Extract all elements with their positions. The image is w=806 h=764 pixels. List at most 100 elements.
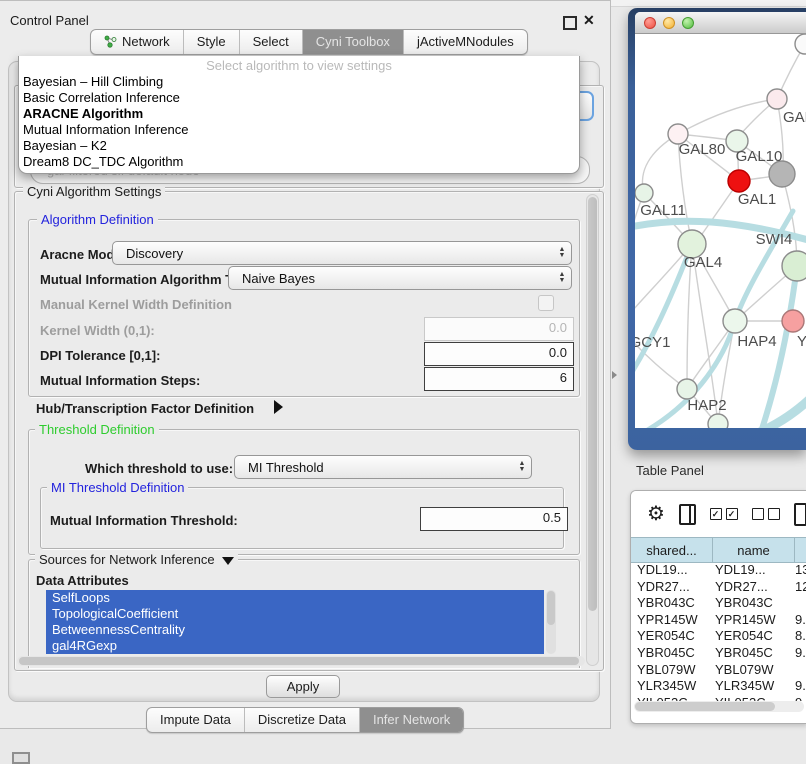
dpi-tolerance-label: DPI Tolerance [0,1]: — [40, 348, 160, 363]
cell: YLR345W — [715, 678, 795, 695]
attribute-item[interactable]: gal4RGexp — [46, 638, 544, 654]
apply-button[interactable]: Apply — [266, 675, 340, 698]
close-traffic-light[interactable] — [644, 17, 656, 29]
cell: YBR045C — [715, 645, 795, 662]
aracne-mode-combo[interactable]: Discovery ▲▼ — [112, 241, 572, 265]
dropdown-item[interactable]: Dream8 DC_TDC Algorithm — [19, 154, 579, 170]
which-threshold-label: Which threshold to use: — [85, 461, 233, 476]
float-window-icon[interactable] — [563, 16, 577, 30]
table-body: YDL19...YDL19...13 YDR27...YDR27...12 YB… — [631, 562, 806, 701]
table-toolbar: ⚙ ✓✓ — [631, 491, 806, 537]
select-all-checkboxes-icon[interactable]: ✓✓ — [710, 508, 738, 520]
tab-discretize-data[interactable]: Discretize Data — [244, 708, 359, 732]
attribute-item[interactable]: BetweennessCentrality — [46, 622, 544, 638]
cell: YER054C — [715, 628, 795, 645]
cell: YBR043C — [631, 595, 715, 612]
tab-jactivemnodules[interactable]: jActiveMNodules — [403, 30, 527, 54]
table-row[interactable]: YPR145WYPR145W9. — [631, 612, 806, 629]
deselect-all-checkboxes-icon[interactable] — [752, 508, 780, 520]
data-attributes-list[interactable]: SelfLoops TopologicalCoefficient Between… — [46, 590, 544, 654]
which-threshold-value: MI Threshold — [235, 460, 513, 475]
settings-vertical-scrollbar-thumb[interactable] — [588, 197, 597, 611]
bottom-tabbar: Impute Data Discretize Data Infer Networ… — [146, 707, 464, 733]
kernel-width-field[interactable]: 0.0 — [424, 317, 574, 341]
table-row[interactable]: YDR27...YDR27...12 — [631, 579, 806, 596]
table-row[interactable]: YLR345WYLR345W9. — [631, 678, 806, 695]
node-label: SWI4 — [756, 231, 793, 248]
network-view-window[interactable]: GAL GAL80 GAL10 GAL1 GAL11 SWI4 GAL4 GCY… — [628, 8, 806, 450]
network-node-salmon[interactable] — [782, 310, 804, 332]
network-node-hap4[interactable] — [723, 309, 747, 333]
control-panel-window: Control Panel ✕ Network Style Select C — [0, 0, 611, 729]
network-node-gal11[interactable] — [635, 184, 653, 202]
cell — [795, 662, 806, 679]
table-row[interactable]: YBR043CYBR043C — [631, 595, 806, 612]
gear-icon[interactable]: ⚙ — [647, 504, 665, 524]
tab-cyni-toolbox[interactable]: Cyni Toolbox — [302, 30, 403, 54]
attributes-scrollbar-thumb[interactable] — [547, 591, 555, 625]
table-row[interactable]: YER054CYER054C8. — [631, 628, 806, 645]
columns-icon[interactable] — [679, 504, 696, 525]
tab-impute-data[interactable]: Impute Data — [147, 708, 244, 732]
combo-stepper-icon: ▲▼ — [553, 272, 571, 284]
column-header-name[interactable]: name — [713, 538, 795, 562]
dropdown-item[interactable]: Bayesian – Hill Climbing — [19, 74, 579, 90]
network-window-titlebar[interactable] — [635, 12, 806, 34]
dropdown-item[interactable]: Mutual Information Inference — [19, 122, 579, 138]
mi-type-combo[interactable]: Naive Bayes ▲▼ — [228, 266, 572, 290]
minimized-panel-icon[interactable] — [12, 752, 30, 764]
node-label: HAP2 — [687, 397, 726, 414]
column-header-a[interactable]: A — [795, 538, 806, 562]
table-horizontal-scrollbar-thumb[interactable] — [635, 702, 775, 711]
node-label: GAL4 — [684, 254, 722, 271]
node-label: GAL80 — [679, 141, 726, 158]
zoom-traffic-light[interactable] — [682, 17, 694, 29]
sources-collapse-arrow-icon[interactable] — [222, 557, 234, 565]
network-node[interactable] — [767, 89, 787, 109]
cyni-algorithm-settings-legend: Cyni Algorithm Settings — [23, 184, 165, 199]
which-threshold-combo[interactable]: MI Threshold ▲▼ — [234, 455, 532, 479]
table-row[interactable]: YDL19...YDL19...13 — [631, 562, 806, 579]
network-node-hap2[interactable] — [677, 379, 697, 399]
network-node[interactable] — [795, 34, 806, 54]
attribute-item[interactable]: TopologicalCoefficient — [46, 606, 544, 622]
manual-kernel-label: Manual Kernel Width Definition — [40, 297, 232, 312]
network-view-inner: GAL GAL80 GAL10 GAL1 GAL11 SWI4 GAL4 GCY… — [635, 12, 806, 428]
mi-threshold-field[interactable]: 0.5 — [420, 507, 568, 531]
close-window-icon[interactable]: ✕ — [583, 12, 595, 29]
node-label: GAL — [783, 109, 806, 126]
hub-expand-arrow-icon[interactable] — [274, 400, 283, 414]
tab-style[interactable]: Style — [183, 30, 239, 54]
settings-horizontal-scrollbar-thumb[interactable] — [19, 657, 579, 665]
minimize-traffic-light[interactable] — [663, 17, 675, 29]
kernel-width-label: Kernel Width (0,1): — [40, 323, 155, 338]
splitter-arrow-icon[interactable] — [612, 371, 617, 379]
table-row[interactable]: YBL079WYBL079W — [631, 662, 806, 679]
cell: YER054C — [631, 628, 715, 645]
tab-select[interactable]: Select — [239, 30, 302, 54]
node-label: GCY1 — [635, 334, 670, 351]
tab-network[interactable]: Network — [91, 30, 183, 54]
apply-button-label: Apply — [287, 679, 320, 694]
table-row[interactable]: YBR045CYBR045C9. — [631, 645, 806, 662]
dropdown-item-selected[interactable]: ARACNE Algorithm — [19, 106, 579, 122]
attribute-item[interactable]: SelfLoops — [46, 590, 544, 606]
mi-steps-field[interactable]: 6 — [424, 367, 574, 391]
dropdown-item[interactable]: Basic Correlation Inference — [19, 90, 579, 106]
column-header-sharedname[interactable]: shared... — [631, 538, 713, 562]
control-panel-title: Control Panel — [10, 13, 89, 28]
node-label: GAL11 — [640, 202, 686, 219]
network-node-selected-red[interactable] — [728, 170, 750, 192]
network-node[interactable] — [708, 414, 728, 428]
export-table-icon[interactable] — [794, 503, 806, 526]
dpi-tolerance-field[interactable]: 0.0 — [424, 342, 574, 366]
tab-infer-network[interactable]: Infer Network — [359, 708, 463, 732]
cell: 9. — [795, 678, 806, 695]
network-node-swi4[interactable] — [782, 251, 806, 281]
dropdown-item[interactable]: Bayesian – K2 — [19, 138, 579, 154]
manual-kernel-checkbox[interactable] — [538, 295, 554, 311]
cell: YLR345W — [631, 678, 715, 695]
network-canvas[interactable]: GAL GAL80 GAL10 GAL1 GAL11 SWI4 GAL4 GCY… — [635, 34, 806, 428]
node-label: GAL10 — [736, 148, 783, 165]
tab-infer-network-label: Infer Network — [373, 712, 450, 727]
